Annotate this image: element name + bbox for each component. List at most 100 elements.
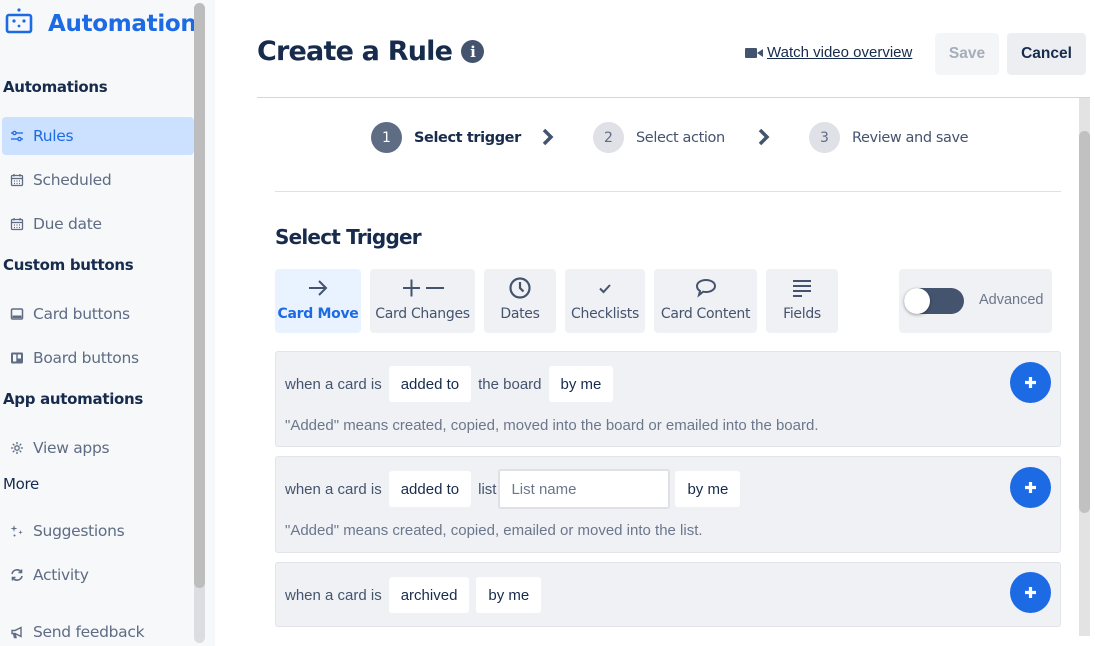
trigger-prefix: when a card is <box>285 375 382 393</box>
trigger-row: when a card is archived by me <box>275 562 1061 627</box>
save-button[interactable]: Save <box>935 33 999 75</box>
tab-card-content[interactable]: Card Content <box>654 269 757 333</box>
step-label: Select action <box>636 129 725 146</box>
checkmark-icon <box>599 284 611 294</box>
step-number: 3 <box>809 122 840 153</box>
add-trigger-button[interactable] <box>1010 572 1051 613</box>
tab-dates[interactable]: Dates <box>484 269 556 333</box>
sidebar-item-rules[interactable]: Rules <box>2 117 194 155</box>
sidebar-item-send-feedback[interactable]: Send feedback <box>2 613 194 646</box>
header-divider <box>257 97 1090 98</box>
action-select[interactable]: added to <box>388 471 472 507</box>
step-label: Review and save <box>852 129 969 146</box>
actor-select[interactable]: by me <box>675 471 741 507</box>
video-camera-icon <box>745 47 763 58</box>
info-icon[interactable]: i <box>461 40 485 63</box>
sliders-icon <box>9 128 25 144</box>
trigger-sentence: when a card is added to the board by me <box>285 366 620 402</box>
sidebar-item-view-apps[interactable]: View apps <box>2 429 194 467</box>
refresh-icon <box>9 567 25 583</box>
calendar-icon <box>9 172 25 188</box>
trigger-row: when a card is added to the board by me … <box>275 351 1061 447</box>
step-review-and-save[interactable]: 3 Review and save <box>809 122 969 153</box>
sidebar: Automation Automations Rules Scheduled D… <box>0 0 215 646</box>
sidebar-item-label: Suggestions <box>33 522 125 540</box>
section-title-custom-buttons: Custom buttons <box>3 256 134 274</box>
tab-fields[interactable]: Fields <box>766 269 838 333</box>
main-scrollbar-thumb[interactable] <box>1079 131 1090 513</box>
watch-video-label: Watch video overview <box>767 44 913 61</box>
calendar-icon <box>9 216 25 232</box>
trigger-row: when a card is added to list by me "Adde… <box>275 456 1061 553</box>
plus-icon <box>1025 587 1036 598</box>
brand[interactable]: Automation <box>4 6 197 41</box>
step-select-action[interactable]: 2 Select action <box>593 122 725 153</box>
sidebar-item-label: Card buttons <box>33 305 130 323</box>
page-title: Create a Rule i <box>257 36 485 67</box>
actor-select[interactable]: by me <box>476 577 542 613</box>
sidebar-item-label: Rules <box>33 127 74 145</box>
sidebar-item-label: Scheduled <box>33 171 112 189</box>
trigger-sentence: when a card is added to list by me <box>285 469 747 509</box>
advanced-toggle[interactable] <box>904 288 964 314</box>
sidebar-item-label: View apps <box>33 439 110 457</box>
brand-title: Automation <box>48 10 197 37</box>
actor-select[interactable]: by me <box>548 366 614 402</box>
add-trigger-button[interactable] <box>1010 362 1051 403</box>
toggle-knob <box>904 288 930 314</box>
sidebar-item-board-buttons[interactable]: Board buttons <box>2 339 194 377</box>
robot-icon <box>4 6 34 41</box>
sparkle-icon <box>9 523 25 539</box>
action-select[interactable]: added to <box>388 366 472 402</box>
sidebar-item-label: Activity <box>33 566 89 584</box>
sidebar-item-card-buttons[interactable]: Card buttons <box>2 295 194 333</box>
section-title-more: More <box>3 475 39 493</box>
gear-icon <box>9 440 25 456</box>
step-label: Select trigger <box>414 129 521 146</box>
step-number: 1 <box>371 122 402 153</box>
card-icon <box>9 306 25 322</box>
trigger-note: "Added" means created, copied, moved int… <box>285 417 819 434</box>
trigger-middle: the board <box>478 375 542 393</box>
tab-checklists[interactable]: Checklists <box>565 269 645 333</box>
tab-label: Fields <box>783 306 821 322</box>
trigger-note: "Added" means created, copied, emailed o… <box>285 522 703 539</box>
sidebar-scrollbar-thumb[interactable] <box>194 3 205 588</box>
section-title-app-automations: App automations <box>3 390 144 408</box>
sidebar-item-label: Send feedback <box>33 623 145 641</box>
comment-icon <box>695 278 716 298</box>
page-title-text: Create a Rule <box>257 36 453 67</box>
tab-label: Card Move <box>277 306 359 322</box>
plus-minus-icon <box>402 279 444 297</box>
stepper-divider <box>275 191 1061 192</box>
select-trigger-heading: Select Trigger <box>275 225 422 249</box>
sidebar-item-suggestions[interactable]: Suggestions <box>2 512 194 550</box>
plus-icon <box>1025 482 1036 493</box>
watch-video-link[interactable]: Watch video overview <box>744 44 912 61</box>
tab-label: Dates <box>500 306 540 322</box>
trigger-middle: list <box>478 480 497 498</box>
chevron-right-icon <box>542 128 554 146</box>
trigger-prefix: when a card is <box>285 480 382 498</box>
sidebar-item-label: Board buttons <box>33 349 139 367</box>
cancel-button[interactable]: Cancel <box>1007 33 1086 75</box>
board-icon <box>9 350 25 366</box>
tab-card-changes[interactable]: Card Changes <box>370 269 475 333</box>
step-select-trigger[interactable]: 1 Select trigger <box>371 122 521 153</box>
chevron-right-icon <box>758 128 770 146</box>
advanced-label: Advanced <box>979 292 1044 308</box>
megaphone-icon <box>9 624 25 640</box>
list-name-input[interactable] <box>498 469 671 509</box>
arrow-right-icon <box>309 280 328 296</box>
sidebar-item-activity[interactable]: Activity <box>2 556 194 594</box>
trigger-sentence: when a card is archived by me <box>285 577 548 613</box>
action-select[interactable]: archived <box>388 577 470 613</box>
add-trigger-button[interactable] <box>1010 467 1051 508</box>
sidebar-item-label: Due date <box>33 215 102 233</box>
tab-card-move[interactable]: Card Move <box>275 269 361 333</box>
section-title-automations: Automations <box>3 78 108 96</box>
tab-label: Card Content <box>660 306 751 322</box>
tab-label: Checklists <box>571 306 639 322</box>
sidebar-item-due-date[interactable]: Due date <box>2 205 194 243</box>
sidebar-item-scheduled[interactable]: Scheduled <box>2 161 194 199</box>
